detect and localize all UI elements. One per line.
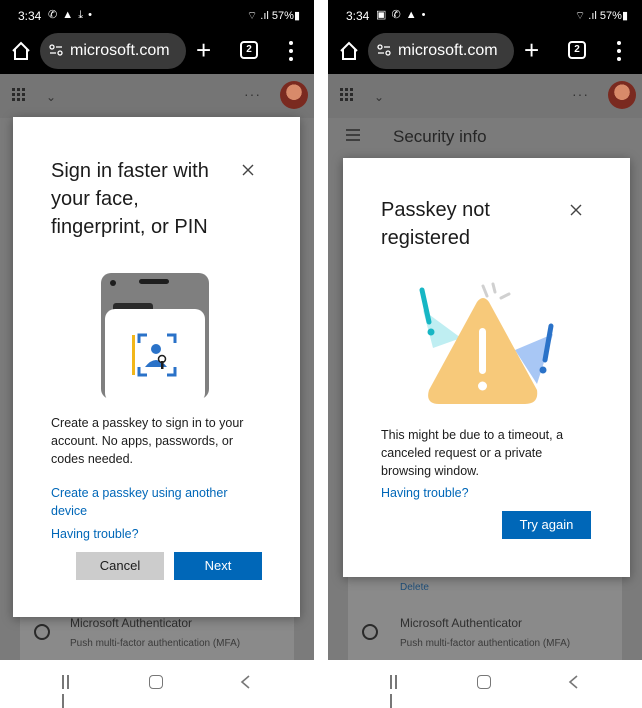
- notification-icons: ✆ ▲ ⤓ •: [48, 9, 93, 21]
- address-bar[interactable]: microsoft.com: [368, 33, 514, 69]
- authenticator-icon: [34, 624, 50, 640]
- phone-screen-right: 3:34 ▣ ✆ ▲ • ⌔ .ıl 57%▮ microsoft.com + …: [328, 0, 642, 708]
- dialog-title: Sign in faster with your face, fingerpri…: [51, 157, 209, 241]
- title-line-2: registered: [381, 227, 470, 249]
- overflow-menu-icon[interactable]: [614, 39, 624, 63]
- new-tab-icon[interactable]: +: [196, 35, 211, 65]
- tab-switcher-button[interactable]: 2: [568, 41, 586, 59]
- status-right: ⌔ .ıl 57%▮: [246, 10, 300, 22]
- dialog-description: This might be due to a timeout, a cancel…: [381, 426, 563, 480]
- next-button[interactable]: Next: [174, 552, 262, 580]
- try-again-button[interactable]: Try again: [502, 511, 591, 539]
- browser-toolbar: microsoft.com + 2: [0, 30, 314, 74]
- create-passkey-dialog: Sign in faster with your face, fingerpri…: [13, 117, 300, 617]
- recents-icon[interactable]: [62, 675, 76, 708]
- auth-title: Microsoft Authenticator: [400, 616, 523, 630]
- having-trouble-link[interactable]: Having trouble?: [381, 484, 469, 502]
- back-icon[interactable]: [566, 674, 582, 690]
- desc-line-2: account. No apps, passwords, or: [51, 434, 234, 448]
- close-icon[interactable]: [240, 162, 256, 178]
- new-tab-icon[interactable]: +: [524, 35, 539, 65]
- passkey-illustration: [101, 273, 209, 399]
- link-line-2: device: [51, 504, 88, 518]
- title-line-2: your face,: [51, 188, 139, 210]
- chevron-down-icon[interactable]: ⌄: [374, 90, 384, 104]
- system-nav-bar: [0, 660, 314, 708]
- phone-screen-left: 3:34 ✆ ▲ ⤓ • ⌔ .ıl 57%▮ microsoft.com + …: [0, 0, 314, 708]
- app-header: ⌄ ···: [328, 74, 642, 118]
- tab-switcher-button[interactable]: 2: [240, 41, 258, 59]
- home-icon[interactable]: [10, 40, 32, 62]
- status-time: 3:34: [346, 9, 370, 23]
- warning-illustration: [419, 282, 554, 404]
- avatar[interactable]: [608, 81, 636, 109]
- page-title: Security info: [393, 127, 487, 146]
- site-settings-icon[interactable]: [49, 43, 63, 57]
- battery-level: 57%: [599, 10, 622, 22]
- recents-icon[interactable]: [390, 675, 404, 708]
- battery-level: 57%: [271, 10, 294, 22]
- app-launcher-icon[interactable]: [12, 88, 26, 102]
- having-trouble-link[interactable]: Having trouble?: [51, 525, 139, 543]
- status-bar: 3:34 ▣ ✆ ▲ • ⌔ .ıl 57%▮: [328, 0, 642, 30]
- title-line-1: Passkey not: [381, 199, 490, 221]
- app-header: ⌄ ···: [0, 74, 314, 118]
- close-icon[interactable]: [568, 202, 584, 218]
- chevron-down-icon[interactable]: ⌄: [46, 90, 56, 104]
- signal-icon: ⌔ .ıl: [246, 10, 269, 22]
- home-nav-icon[interactable]: [149, 675, 163, 689]
- auth-title: Microsoft Authenticator: [70, 616, 193, 630]
- notification-icons: ▣ ✆ ▲ •: [376, 9, 427, 21]
- overflow-menu-icon[interactable]: [286, 39, 296, 63]
- app-launcher-icon[interactable]: [340, 88, 354, 102]
- home-nav-icon[interactable]: [477, 675, 491, 689]
- passkey-error-dialog: Passkey not registered This might be due…: [343, 158, 630, 577]
- auth-method-row: Delete Microsoft Authenticator Push mult…: [348, 574, 622, 660]
- desc-line-1: This might be due to a timeout, a: [381, 428, 564, 442]
- create-passkey-another-device-link[interactable]: Create a passkey using another device: [51, 484, 228, 520]
- status-right: ⌔ .ıl 57%▮: [574, 10, 628, 22]
- desc-line-2: canceled request or a private: [381, 446, 543, 460]
- signal-icon: ⌔ .ıl: [574, 10, 597, 22]
- browser-toolbar: microsoft.com + 2: [328, 30, 642, 74]
- dialog-description: Create a passkey to sign in to your acco…: [51, 414, 243, 468]
- address-bar[interactable]: microsoft.com: [40, 33, 186, 69]
- delete-link[interactable]: Delete: [400, 582, 429, 593]
- title-line-1: Sign in faster with: [51, 160, 209, 182]
- avatar[interactable]: [280, 81, 308, 109]
- system-nav-bar: [328, 660, 642, 708]
- back-icon[interactable]: [238, 674, 254, 690]
- title-line-3: fingerprint, or PIN: [51, 216, 208, 238]
- dialog-title: Passkey not registered: [381, 196, 490, 252]
- auth-subtitle: Push multi-factor authentication (MFA): [70, 638, 241, 649]
- status-bar: 3:34 ✆ ▲ ⤓ • ⌔ .ıl 57%▮: [0, 0, 314, 30]
- desc-line-1: Create a passkey to sign in to your: [51, 416, 244, 430]
- hamburger-menu-icon[interactable]: [346, 129, 360, 141]
- more-icon[interactable]: ···: [244, 86, 261, 102]
- url-text: microsoft.com: [70, 42, 170, 59]
- status-time: 3:34: [18, 9, 42, 23]
- home-icon[interactable]: [338, 40, 360, 62]
- url-text: microsoft.com: [398, 42, 498, 59]
- link-line-1: Create a passkey using another: [51, 486, 228, 500]
- desc-line-3: codes needed.: [51, 452, 134, 466]
- site-settings-icon[interactable]: [377, 43, 391, 57]
- desc-line-3: browsing window.: [381, 464, 479, 478]
- auth-subtitle: Push multi-factor authentication (MFA): [400, 638, 571, 649]
- cancel-button[interactable]: Cancel: [76, 552, 164, 580]
- more-icon[interactable]: ···: [572, 86, 589, 102]
- authenticator-icon: [362, 624, 378, 640]
